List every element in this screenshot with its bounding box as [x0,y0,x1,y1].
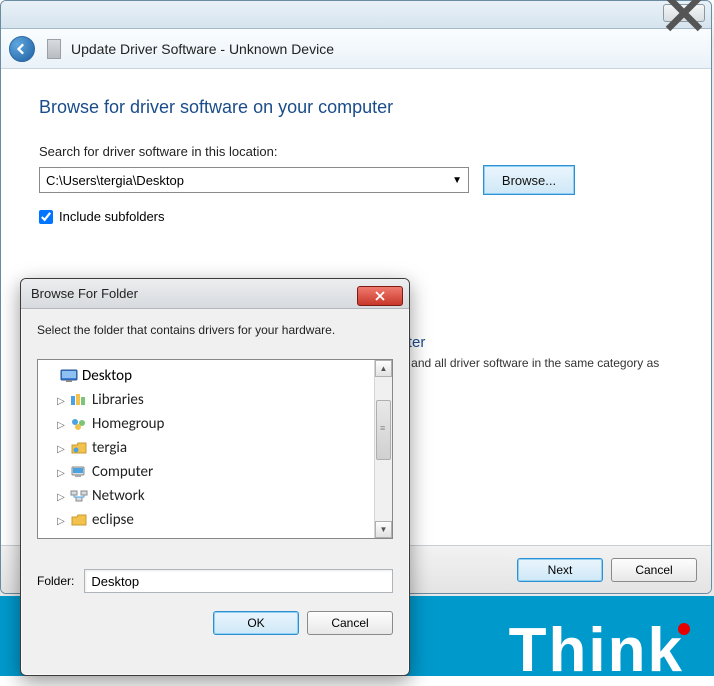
dialog-instruction: Select the folder that contains drivers … [37,323,393,337]
dialog-titlebar[interactable]: Browse For Folder [21,279,409,309]
folder-icon [70,512,88,528]
back-button[interactable] [9,36,35,62]
tree-item-desktop[interactable]: Desktop [40,364,372,388]
tree-scrollbar[interactable]: ▲ ▼ [374,360,392,538]
include-subfolders-label: Include subfolders [59,209,165,224]
folder-tree[interactable]: Desktop ▷ Libraries ▷ Homegroup ▷ tergia ▷ Compu… [38,360,374,538]
close-icon [374,291,386,301]
tree-item-label: Homegroup [92,415,164,433]
wizard-title: Update Driver Software - Unknown Device [71,41,334,57]
scroll-thumb[interactable] [376,400,391,460]
homegroup-icon [70,416,88,432]
back-arrow-icon [15,42,29,56]
include-subfolders-checkbox[interactable] [39,210,53,224]
user-icon [70,440,88,456]
brand-dot-icon [678,623,690,635]
desktop-icon [60,368,78,384]
tree-item-label: Desktop [82,367,132,385]
brand-text: Think [509,615,696,686]
tree-item-homegroup[interactable]: ▷ Homegroup [40,412,372,436]
tree-item-label: Libraries [92,391,144,409]
path-combobox[interactable]: C:\Users\tergia\Desktop ▼ [39,167,469,193]
dialog-title: Browse For Folder [31,286,138,301]
tree-item-label: Network [92,487,145,505]
search-location-label: Search for driver software in this locat… [39,144,673,159]
dialog-cancel-button[interactable]: Cancel [307,611,393,635]
tree-item-network[interactable]: ▷ Network [40,484,372,508]
computer-icon [70,464,88,480]
ok-button[interactable]: OK [213,611,299,635]
tree-item-label: Computer [92,463,153,481]
close-icon [664,0,704,33]
expand-triangle-icon[interactable]: ▷ [56,418,66,431]
dialog-close-button[interactable] [357,286,403,306]
device-icon [47,39,61,59]
browse-for-folder-dialog: Browse For Folder Select the folder that… [20,278,410,676]
folder-tree-container: Desktop ▷ Libraries ▷ Homegroup ▷ tergia ▷ Compu… [37,359,393,539]
wizard-heading: Browse for driver software on your compu… [39,97,673,118]
tree-item-eclipse[interactable]: ▷ eclipse [40,508,372,532]
chevron-down-icon: ▼ [452,175,462,186]
expand-triangle-icon[interactable]: ▷ [56,442,66,455]
expand-triangle-icon[interactable]: ▷ [56,514,66,527]
tree-item-label: eclipse [92,511,134,529]
network-icon [70,488,88,504]
folder-name-input[interactable] [84,569,393,593]
libraries-icon [70,392,88,408]
tree-item-tergia[interactable]: ▷ tergia [40,436,372,460]
wizard-close-button[interactable] [663,4,705,22]
scroll-down-button[interactable]: ▼ [375,521,392,538]
scroll-up-button[interactable]: ▲ [375,360,392,377]
browse-button[interactable]: Browse... [483,165,575,195]
cancel-button[interactable]: Cancel [611,558,697,582]
wizard-titlebar[interactable] [1,1,711,29]
folder-field-label: Folder: [37,574,74,588]
next-button[interactable]: Next [517,558,603,582]
expand-triangle-icon[interactable]: ▷ [56,490,66,503]
path-value: C:\Users\tergia\Desktop [46,173,184,188]
include-subfolders-row[interactable]: Include subfolders [39,209,673,224]
tree-item-computer[interactable]: ▷ Computer [40,460,372,484]
wizard-navbar: Update Driver Software - Unknown Device [1,29,711,69]
tree-item-label: tergia [92,439,127,457]
tree-item-libraries[interactable]: ▷ Libraries [40,388,372,412]
expand-triangle-icon[interactable]: ▷ [56,466,66,479]
expand-triangle-icon[interactable]: ▷ [56,394,66,407]
